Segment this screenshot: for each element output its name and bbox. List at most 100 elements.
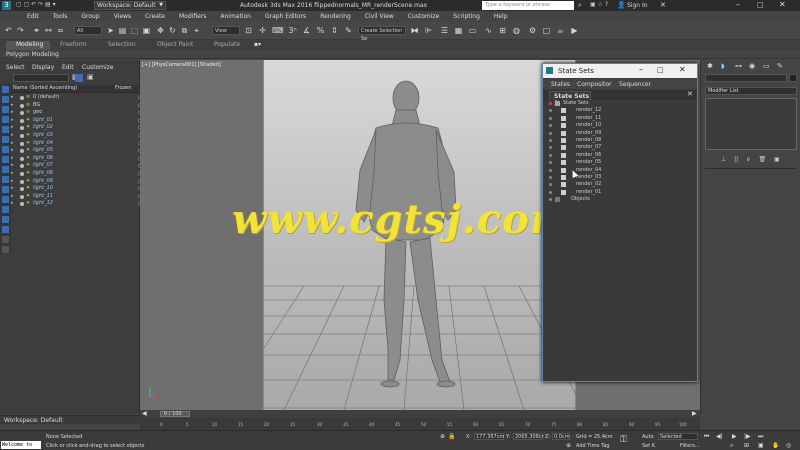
filter-more-icon[interactable]: [2, 236, 9, 243]
z-coordinate-field[interactable]: 0.0cm: [552, 433, 570, 440]
rendered-frame-window-icon[interactable]: ▢: [542, 26, 551, 35]
visibility-icon[interactable]: [20, 118, 24, 123]
lock-icon[interactable]: 🔒: [448, 433, 455, 440]
modifier-stack[interactable]: [705, 98, 797, 150]
visibility-icon[interactable]: [20, 126, 24, 131]
unlink-icon[interactable]: ⚯: [44, 26, 53, 35]
curve-editor-icon[interactable]: ∿: [484, 26, 493, 35]
select-object-icon[interactable]: ➤: [106, 26, 115, 35]
list-item[interactable]: ▸ ≋ geo: [11, 109, 147, 117]
list-item[interactable]: ▸ ✦ light_05: [11, 147, 147, 155]
app-logo-icon[interactable]: 3: [2, 1, 11, 10]
viewport-label[interactable]: [+] [PhysCamera001] [Shaded]: [142, 62, 221, 68]
state-bullet-icon[interactable]: [549, 168, 552, 172]
named-selection-dropdown[interactable]: Create Selection Se: [358, 26, 406, 42]
zoom-extents-icon[interactable]: ▣: [758, 442, 764, 449]
percent-snap-icon[interactable]: %: [316, 26, 325, 35]
display-tab-icon[interactable]: ▭: [763, 62, 770, 70]
expand-arrow-icon[interactable]: ▸: [11, 163, 17, 168]
scale-icon[interactable]: ⧉: [180, 26, 189, 35]
help-icons[interactable]: ▣ ☆ ?: [590, 1, 608, 8]
list-item[interactable]: ▸ ✦ light_09: [11, 178, 147, 186]
polygon-modeling-label[interactable]: Polygon Modeling: [6, 51, 59, 58]
y-coordinate-field[interactable]: 2065.308cr: [513, 433, 544, 440]
move-icon[interactable]: ✥: [156, 26, 165, 35]
visibility-icon[interactable]: [20, 149, 24, 154]
scene-explorer-icon[interactable]: ☰: [440, 26, 449, 35]
bind-space-warp-icon[interactable]: ≈: [56, 26, 65, 35]
workspace-dropdown[interactable]: Workspace: Default ▼: [94, 1, 166, 10]
state-bullet-icon[interactable]: [549, 146, 552, 150]
sync-icon[interactable]: ▣: [87, 73, 94, 81]
schematic-view-icon[interactable]: ⊞: [498, 26, 507, 35]
time-slider-thumb[interactable]: 0 / 100: [160, 411, 190, 417]
snaps-toggle-icon[interactable]: 3ⁿ: [288, 26, 297, 35]
filter-none-icon[interactable]: [2, 216, 9, 223]
state-bullet-icon[interactable]: [549, 109, 552, 113]
expand-arrow-icon[interactable]: ▸: [11, 125, 17, 130]
list-item[interactable]: render_05: [549, 159, 695, 166]
select-manipulate-icon[interactable]: ✛: [258, 26, 267, 35]
list-item[interactable]: ▸ ≋ BG: [11, 102, 147, 110]
expand-arrow-icon[interactable]: ▸: [11, 178, 17, 184]
toggle-ribbon-icon[interactable]: ▭: [468, 26, 477, 35]
filter-containers-icon[interactable]: [2, 176, 9, 183]
filter-shapes-icon[interactable]: [2, 96, 9, 103]
maximize-button[interactable]: □: [657, 66, 664, 74]
menu-civil-view[interactable]: Civil View: [358, 13, 401, 20]
render-setup-icon[interactable]: ⚙: [528, 26, 537, 35]
motion-tab-icon[interactable]: ◉: [749, 62, 755, 70]
set-key-button[interactable]: Set K.: [642, 443, 657, 449]
visibility-icon[interactable]: [20, 111, 24, 116]
close-button[interactable]: ✕: [779, 0, 786, 9]
list-item[interactable]: render_07: [549, 144, 695, 151]
filter-helpers-icon[interactable]: [2, 126, 9, 133]
render-production-icon[interactable]: ☕: [556, 26, 565, 35]
visibility-icon[interactable]: [20, 179, 24, 184]
list-item[interactable]: ▸ ✦ light_02: [11, 124, 147, 132]
close-icon[interactable]: ✕: [687, 90, 693, 98]
track-bar[interactable]: 0 5 10 15 20 25 30 35 40 45 50 55 60 65 …: [140, 418, 700, 430]
state-bullet-icon[interactable]: [549, 190, 552, 194]
next-key-icon[interactable]: |▶: [744, 433, 751, 440]
visibility-icon[interactable]: [20, 164, 24, 169]
visibility-icon[interactable]: [20, 96, 24, 100]
expand-arrow-icon[interactable]: ▸: [11, 186, 17, 191]
time-slider[interactable]: 0 / 100 ◀ ▶: [140, 410, 700, 418]
edit-named-selection-icon[interactable]: ✎: [344, 26, 353, 35]
user-icon[interactable]: 👤: [617, 1, 626, 9]
time-tag-icon[interactable]: ⊕: [566, 442, 571, 449]
spinner-snap-icon[interactable]: ⇕: [330, 26, 339, 35]
state-sets-titlebar[interactable]: State Sets – □ ✕: [543, 64, 697, 78]
filter-hidden-icon[interactable]: [2, 196, 9, 203]
key-filter-dropdown[interactable]: Selected: [658, 433, 698, 440]
hierarchy-tab-icon[interactable]: ⊶: [735, 62, 742, 70]
keyboard-shortcut-icon[interactable]: ⌨: [272, 26, 284, 35]
x-coordinate-field[interactable]: 177.367cm: [474, 433, 504, 440]
place-icon[interactable]: ⌖: [192, 26, 201, 35]
find-field[interactable]: [13, 74, 69, 82]
maximize-button[interactable]: □: [757, 1, 764, 9]
zoom-icon[interactable]: ⌕: [730, 442, 733, 450]
filter-bones-icon[interactable]: [2, 166, 9, 173]
expand-arrow-icon[interactable]: ▸: [11, 110, 17, 115]
list-item[interactable]: render_01: [549, 189, 695, 196]
expand-arrow-icon[interactable]: ▸: [11, 201, 17, 206]
filter-geometry-icon[interactable]: [2, 86, 9, 93]
expand-arrow-icon[interactable]: ▸: [11, 155, 17, 161]
menu-scripting[interactable]: Scripting: [446, 13, 487, 20]
list-item[interactable]: ▸ ✦ light_03: [11, 132, 147, 140]
rotate-icon[interactable]: ↻: [168, 26, 177, 35]
expand-arrow-icon[interactable]: ▸: [11, 95, 17, 100]
list-item[interactable]: ▸ ✦ light_07: [11, 162, 147, 170]
visibility-icon[interactable]: [20, 103, 24, 108]
go-to-start-icon[interactable]: ⏮: [704, 433, 709, 441]
menu-graph-editors[interactable]: Graph Editors: [258, 13, 313, 20]
layer-active-icon[interactable]: [75, 74, 83, 82]
exchange-icon[interactable]: ✕: [660, 1, 666, 9]
visibility-icon[interactable]: [20, 134, 24, 138]
menu-select[interactable]: Select: [6, 64, 25, 71]
configure-sets-icon[interactable]: ▣: [774, 156, 780, 163]
make-unique-icon[interactable]: ∨: [746, 156, 750, 163]
render-iterative-icon[interactable]: ▶: [570, 26, 579, 35]
